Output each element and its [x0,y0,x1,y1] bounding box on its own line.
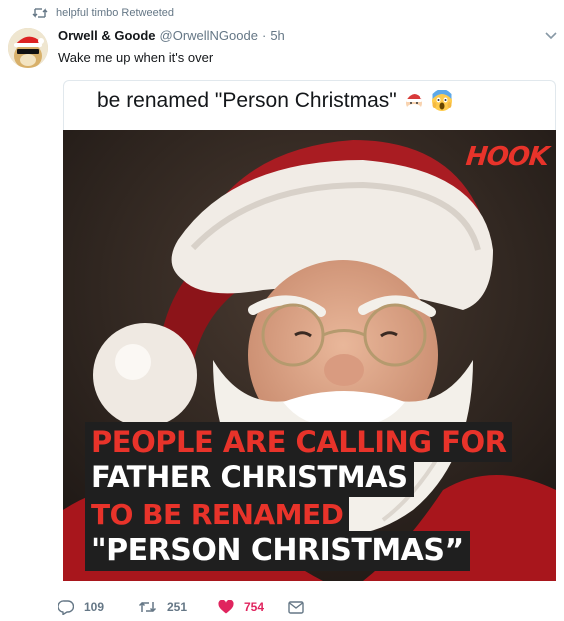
tweet-actions: 109 251 754 [58,597,308,617]
quoted-tweet[interactable]: be renamed "Person Christmas" [63,80,556,130]
chevron-down-icon[interactable] [545,32,557,40]
quoted-tweet-text-row: be renamed "Person Christmas" [97,89,453,113]
scream-emoji [431,90,452,111]
retweet-icon [138,601,157,613]
santa-emoji [405,93,424,112]
tweet-header: Orwell & Goode @OrwellNGoode · 5h [58,28,285,43]
caption-line-2: FATHER CHRISTMAS [85,457,414,497]
direct-message-icon [288,600,304,614]
direct-message-button[interactable] [288,600,308,614]
retweet-context: helpful timbo Retweeted [32,6,174,20]
reply-count: 109 [84,600,105,614]
retweet-icon [32,8,48,18]
tweet-text: Wake me up when it's over [58,50,214,65]
quoted-tweet-text: be renamed "Person Christmas" [97,89,397,112]
author-handle[interactable]: @OrwellNGoode [160,28,258,43]
retweeted-by-label[interactable]: helpful timbo Retweeted [56,7,174,19]
avatar[interactable] [8,28,48,68]
tweet[interactable]: helpful timbo Retweeted Orwell & Goode @… [0,0,564,621]
reply-button[interactable]: 109 [58,599,138,615]
reply-icon [58,599,74,615]
separator-dot: · [261,28,267,43]
doge-santa-avatar [8,28,48,68]
tweet-timestamp[interactable]: 5h [270,28,284,43]
heart-icon [218,600,234,614]
caption-line-4: "PERSON CHRISTMAS” [85,531,470,571]
hook-logo: HOOK [464,142,550,172]
caption-line-1: PEOPLE ARE CALLING FOR [85,422,513,462]
retweet-count: 251 [167,600,188,614]
retweet-button[interactable]: 251 [138,600,218,614]
like-count: 754 [244,600,265,614]
like-button[interactable]: 754 [218,600,288,614]
caption-line-3: TO BE RENAMED [85,495,350,535]
author-name[interactable]: Orwell & Goode [58,28,156,43]
media-image[interactable]: HOOK PEOPLE ARE CALLING FOR FATHER CHRIS… [63,130,556,581]
